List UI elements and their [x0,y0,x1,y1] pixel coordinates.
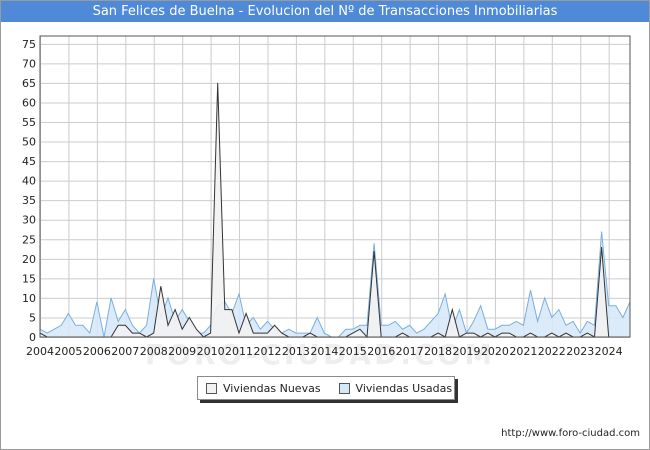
x-tick-label: 2022 [538,345,566,358]
y-tick-label: 45 [22,155,36,168]
x-tick-label: 2008 [140,345,168,358]
plot-area [40,36,630,337]
x-tick-label: 2015 [339,345,367,358]
y-tick-label: 5 [29,311,36,324]
y-tick-label: 10 [22,292,36,305]
x-tick-label: 2024 [595,345,623,358]
y-tick-label: 75 [22,38,36,51]
x-tick-label: 2007 [111,345,139,358]
y-tick-label: 65 [22,77,36,90]
x-tick-label: 2011 [225,345,253,358]
x-tick-label: 2009 [168,345,196,358]
y-tick-label: 50 [22,136,36,149]
y-tick-label: 0 [29,331,36,344]
x-tick-label: 2005 [54,345,82,358]
legend-label-nuevas: Viviendas Nuevas [223,381,321,395]
x-tick-label: 2016 [367,345,395,358]
x-tick-label: 2017 [396,345,424,358]
x-tick-label: 2020 [481,345,509,358]
x-tick-label: 2010 [197,345,225,358]
x-tick-label: 2021 [509,345,537,358]
x-tick-label: 2023 [566,345,594,358]
y-tick-label: 70 [22,57,36,70]
y-axis: 0 5 10 15 20 25 30 35 40 45 50 55 60 65 70 75 [22,38,36,344]
x-tick-label: 2006 [83,345,111,358]
x-tick-label: 2012 [253,345,281,358]
legend-label-usadas: Viviendas Usadas [355,381,453,395]
y-tick-label: 40 [22,175,36,188]
y-tick-label: 20 [22,253,36,266]
legend-swatch-nuevas [206,382,217,394]
x-tick-label: 2019 [453,345,481,358]
y-tick-label: 30 [22,214,36,227]
x-tick-label: 2013 [282,345,310,358]
y-tick-label: 60 [22,96,36,109]
legend-swatch-usadas [338,382,350,394]
y-tick-label: 15 [22,272,36,285]
x-tick-label: 2018 [424,345,452,358]
legend-item-nuevas: Viviendas Nuevas [198,382,321,395]
y-tick-label: 35 [22,194,36,207]
y-tick-label: 55 [22,116,36,129]
x-tick-label: 2004 [26,345,54,358]
legend-item-usadas: Viviendas Usadas [331,381,453,395]
footer-url: http://www.foro-ciudad.com [501,428,640,439]
legend: Viviendas Nuevas Viviendas Usadas [197,376,455,400]
y-tick-label: 25 [22,233,36,246]
x-tick-label: 2014 [310,345,338,358]
x-axis: 2004 2005 2006 2007 2008 2009 2010 2011 2012 2013… [26,345,623,358]
